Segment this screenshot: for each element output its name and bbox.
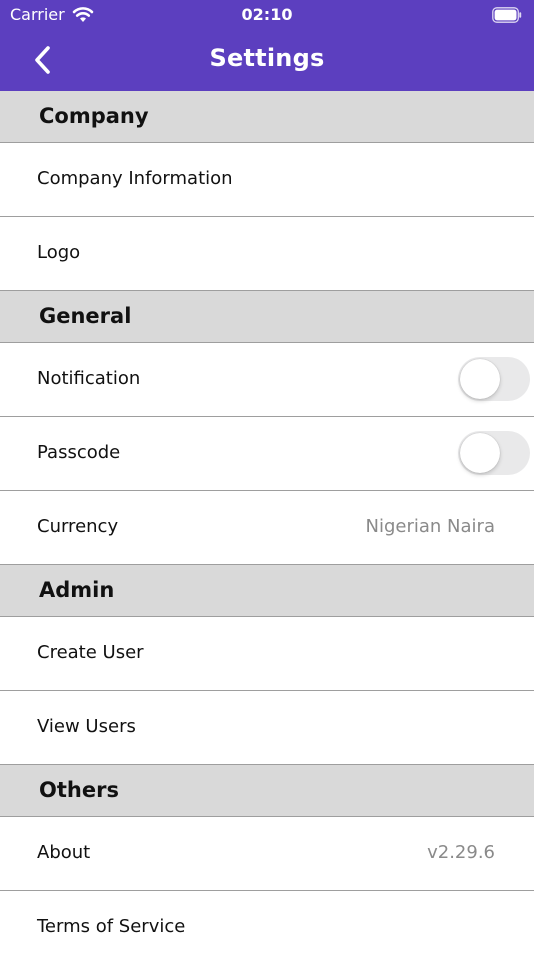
section-header-admin: Admin (0, 565, 534, 617)
row-notification: Notification (0, 343, 534, 417)
row-label: About (37, 842, 91, 863)
header: Carrier 02:10 Settings (0, 0, 534, 91)
section-title: General (39, 304, 132, 328)
page-title: Settings (209, 44, 325, 72)
nav-bar: Settings (0, 30, 534, 91)
section-header-general: General (0, 291, 534, 343)
section-header-company: Company (0, 91, 534, 143)
row-label: Company Information (37, 168, 233, 189)
row-logo[interactable]: Logo (0, 217, 534, 291)
toggle-knob (460, 433, 500, 473)
row-label: Terms of Service (37, 916, 186, 937)
row-about[interactable]: About v2.29.6 (0, 817, 534, 891)
battery-icon (492, 7, 522, 23)
row-company-information[interactable]: Company Information (0, 143, 534, 217)
row-currency[interactable]: Currency Nigerian Naira (0, 491, 534, 565)
passcode-toggle[interactable] (458, 431, 530, 475)
row-label: Logo (37, 242, 81, 263)
row-label: Create User (37, 642, 144, 663)
section-title: Admin (39, 578, 115, 602)
row-view-users[interactable]: View Users (0, 691, 534, 765)
row-label: View Users (37, 716, 136, 737)
row-passcode: Passcode (0, 417, 534, 491)
settings-list: Company Company Information Logo General… (0, 91, 534, 965)
status-time: 02:10 (241, 5, 293, 24)
toggle-knob (460, 359, 500, 399)
row-terms-of-service[interactable]: Terms of Service (0, 891, 534, 965)
row-label: Notification (37, 368, 141, 389)
notification-toggle[interactable] (458, 357, 530, 401)
section-title: Others (39, 778, 119, 802)
section-title: Company (39, 104, 149, 128)
row-create-user[interactable]: Create User (0, 617, 534, 691)
row-label: Passcode (37, 442, 121, 463)
currency-value: Nigerian Naira (365, 516, 495, 537)
version-value: v2.29.6 (427, 842, 495, 863)
status-bar: Carrier 02:10 (0, 0, 534, 30)
section-header-others: Others (0, 765, 534, 817)
row-label: Currency (37, 516, 119, 537)
